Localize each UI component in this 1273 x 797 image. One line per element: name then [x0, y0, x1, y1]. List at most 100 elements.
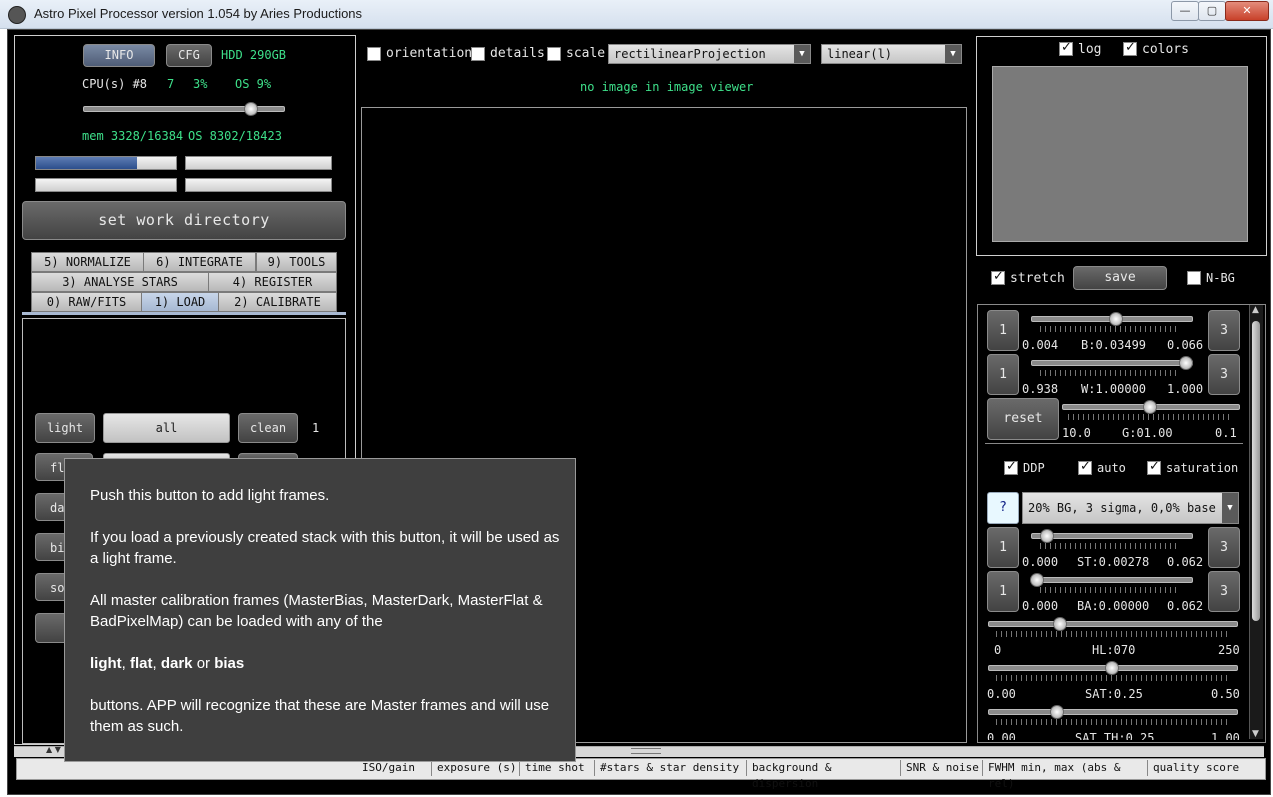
ba-slider-ticks	[1040, 587, 1180, 593]
stretch-label: stretch	[1010, 271, 1065, 286]
set-work-directory-button[interactable]: set work directory	[22, 201, 346, 240]
st-decrease-button[interactable]: 1	[987, 527, 1019, 568]
col-fwhm[interactable]: FWHM min, max (abs & rel)	[983, 760, 1148, 790]
ba-slider-track[interactable]	[1031, 577, 1193, 583]
window-title: Astro Pixel Processor version 1.054 by A…	[34, 6, 363, 21]
divider	[985, 443, 1243, 444]
hl-slider-track[interactable]	[988, 621, 1238, 627]
stretch-scrollbar[interactable]: ▲ ▼	[1249, 305, 1263, 739]
cfg-button[interactable]: CFG	[166, 44, 212, 67]
info-button[interactable]: INFO	[83, 44, 155, 67]
tooltip-flat: flat	[130, 655, 153, 672]
ba-min: 0.000	[1022, 599, 1059, 613]
g-slider-thumb[interactable]	[1143, 400, 1157, 414]
b-decrease-button[interactable]: 1	[987, 310, 1019, 351]
ba-value: BA:0.00000	[1077, 599, 1150, 613]
st-increase-button[interactable]: 3	[1208, 527, 1240, 568]
orientation-label: orientation	[386, 46, 473, 61]
satth-min: 0.00	[987, 731, 1016, 740]
tab-integrate[interactable]: 6) INTEGRATE	[143, 252, 256, 272]
all-button[interactable]: all	[103, 413, 230, 443]
chevron-down-icon: ▼	[1222, 493, 1238, 523]
os-memory-usage: OS 8302/18423	[188, 129, 282, 143]
chevron-down-icon: ▼	[794, 45, 810, 63]
col-time-shot[interactable]: time shot	[520, 760, 595, 776]
tab-tools[interactable]: 9) TOOLS	[256, 252, 337, 272]
light-button[interactable]: light	[35, 413, 95, 443]
tab-register[interactable]: 4) REGISTER	[208, 272, 337, 292]
details-checkbox[interactable]	[471, 47, 485, 61]
tab-calibrate[interactable]: 2) CALIBRATE	[218, 292, 337, 312]
scroll-down-icon[interactable]: ▼	[1252, 729, 1259, 739]
hl-slider-ticks	[996, 631, 1230, 637]
tab-analyse-stars[interactable]: 3) ANALYSE STARS	[31, 272, 209, 292]
stretch-mode-dropdown[interactable]: linear(l) ▼	[821, 44, 962, 64]
minimize-button[interactable]: —	[1171, 1, 1199, 21]
log-checkbox[interactable]	[1059, 40, 1073, 56]
col-background[interactable]: background & dispersion	[747, 760, 901, 790]
satth-value: SAT TH:0.25	[1075, 731, 1155, 740]
nbg-checkbox[interactable]	[1187, 271, 1201, 285]
col-snr[interactable]: SNR & noise	[901, 760, 983, 776]
app-icon	[8, 6, 26, 24]
w-slider-track[interactable]	[1031, 360, 1193, 366]
cpu-label: CPU(s) #8	[82, 77, 148, 91]
b-increase-button[interactable]: 3	[1208, 310, 1240, 351]
reset-button[interactable]: reset	[987, 398, 1059, 440]
collapse-up-icon[interactable]: ▲ ▼	[46, 745, 61, 754]
splitter-grip-icon[interactable]	[631, 748, 661, 754]
progress-bar-3	[35, 178, 177, 192]
orientation-checkbox[interactable]	[367, 47, 381, 61]
w-increase-button[interactable]: 3	[1208, 354, 1240, 395]
log-label: log	[1078, 42, 1102, 57]
w-value: W:1.00000	[1081, 382, 1147, 396]
scroll-up-icon[interactable]: ▲	[1252, 305, 1259, 315]
stretch-checkbox[interactable]	[991, 269, 1005, 285]
scale-checkbox[interactable]	[547, 47, 561, 61]
cpu-threads: 7	[167, 77, 175, 91]
ba-decrease-button[interactable]: 1	[987, 571, 1019, 612]
memory-usage: mem 3328/16384	[82, 129, 184, 143]
tab-normalize[interactable]: 5) NORMALIZE	[31, 252, 144, 272]
details-label: details	[490, 46, 545, 61]
ddp-preset-dropdown[interactable]: 20% BG, 3 sigma, 0,0% base ▼	[1022, 492, 1239, 524]
b-slider-thumb[interactable]	[1108, 312, 1123, 326]
nbg-label: N-BG	[1206, 271, 1235, 285]
saturation-checkbox[interactable]	[1147, 459, 1161, 475]
thread-slider-thumb[interactable]	[244, 102, 258, 116]
scrollbar-thumb[interactable]	[1252, 321, 1260, 621]
tooltip-paragraph-3: All master calibration frames (MasterBia…	[90, 592, 543, 630]
maximize-button[interactable]: ▢	[1198, 1, 1226, 21]
light-count: 1	[312, 421, 320, 435]
ddp-checkbox[interactable]	[1004, 459, 1018, 475]
tab-raw-fits[interactable]: 0) RAW/FITS	[31, 292, 142, 312]
clean-button[interactable]: clean	[238, 413, 298, 443]
b-min: 0.004	[1022, 338, 1059, 352]
colors-checkbox[interactable]	[1123, 40, 1137, 56]
projection-dropdown[interactable]: rectilinearProjection ▼	[608, 44, 811, 64]
save-button[interactable]: save	[1073, 266, 1167, 290]
hl-min: 0	[994, 643, 1002, 657]
col-quality-score[interactable]: quality score	[1148, 760, 1260, 776]
tooltip-or: or	[196, 655, 211, 672]
tab-load[interactable]: 1) LOAD	[141, 292, 219, 312]
satth-slider-track[interactable]	[988, 709, 1238, 715]
st-slider-track[interactable]	[1031, 533, 1193, 539]
histogram-canvas	[992, 66, 1248, 242]
w-decrease-button[interactable]: 1	[987, 354, 1019, 395]
ba-increase-button[interactable]: 3	[1208, 571, 1240, 612]
col-stars[interactable]: #stars & star density	[595, 760, 747, 776]
tooltip-sep-2: ,	[152, 655, 161, 672]
tooltip-paragraph-1: Push this button to add light frames.	[90, 487, 330, 504]
scale-label: scale	[566, 46, 606, 61]
col-iso-gain[interactable]: ISO/gain	[357, 760, 432, 776]
close-button[interactable]: ✕	[1225, 1, 1269, 21]
auto-checkbox[interactable]	[1078, 459, 1092, 475]
st-slider-thumb[interactable]	[1040, 529, 1054, 543]
hl-slider-thumb[interactable]	[1052, 617, 1067, 631]
col-exposure[interactable]: exposure (s)	[432, 760, 520, 776]
tooltip-bias: bias	[214, 655, 245, 672]
sat-slider-thumb[interactable]	[1105, 661, 1119, 675]
help-button[interactable]: ?	[987, 492, 1019, 524]
cpu-usage: 3%	[193, 77, 208, 91]
